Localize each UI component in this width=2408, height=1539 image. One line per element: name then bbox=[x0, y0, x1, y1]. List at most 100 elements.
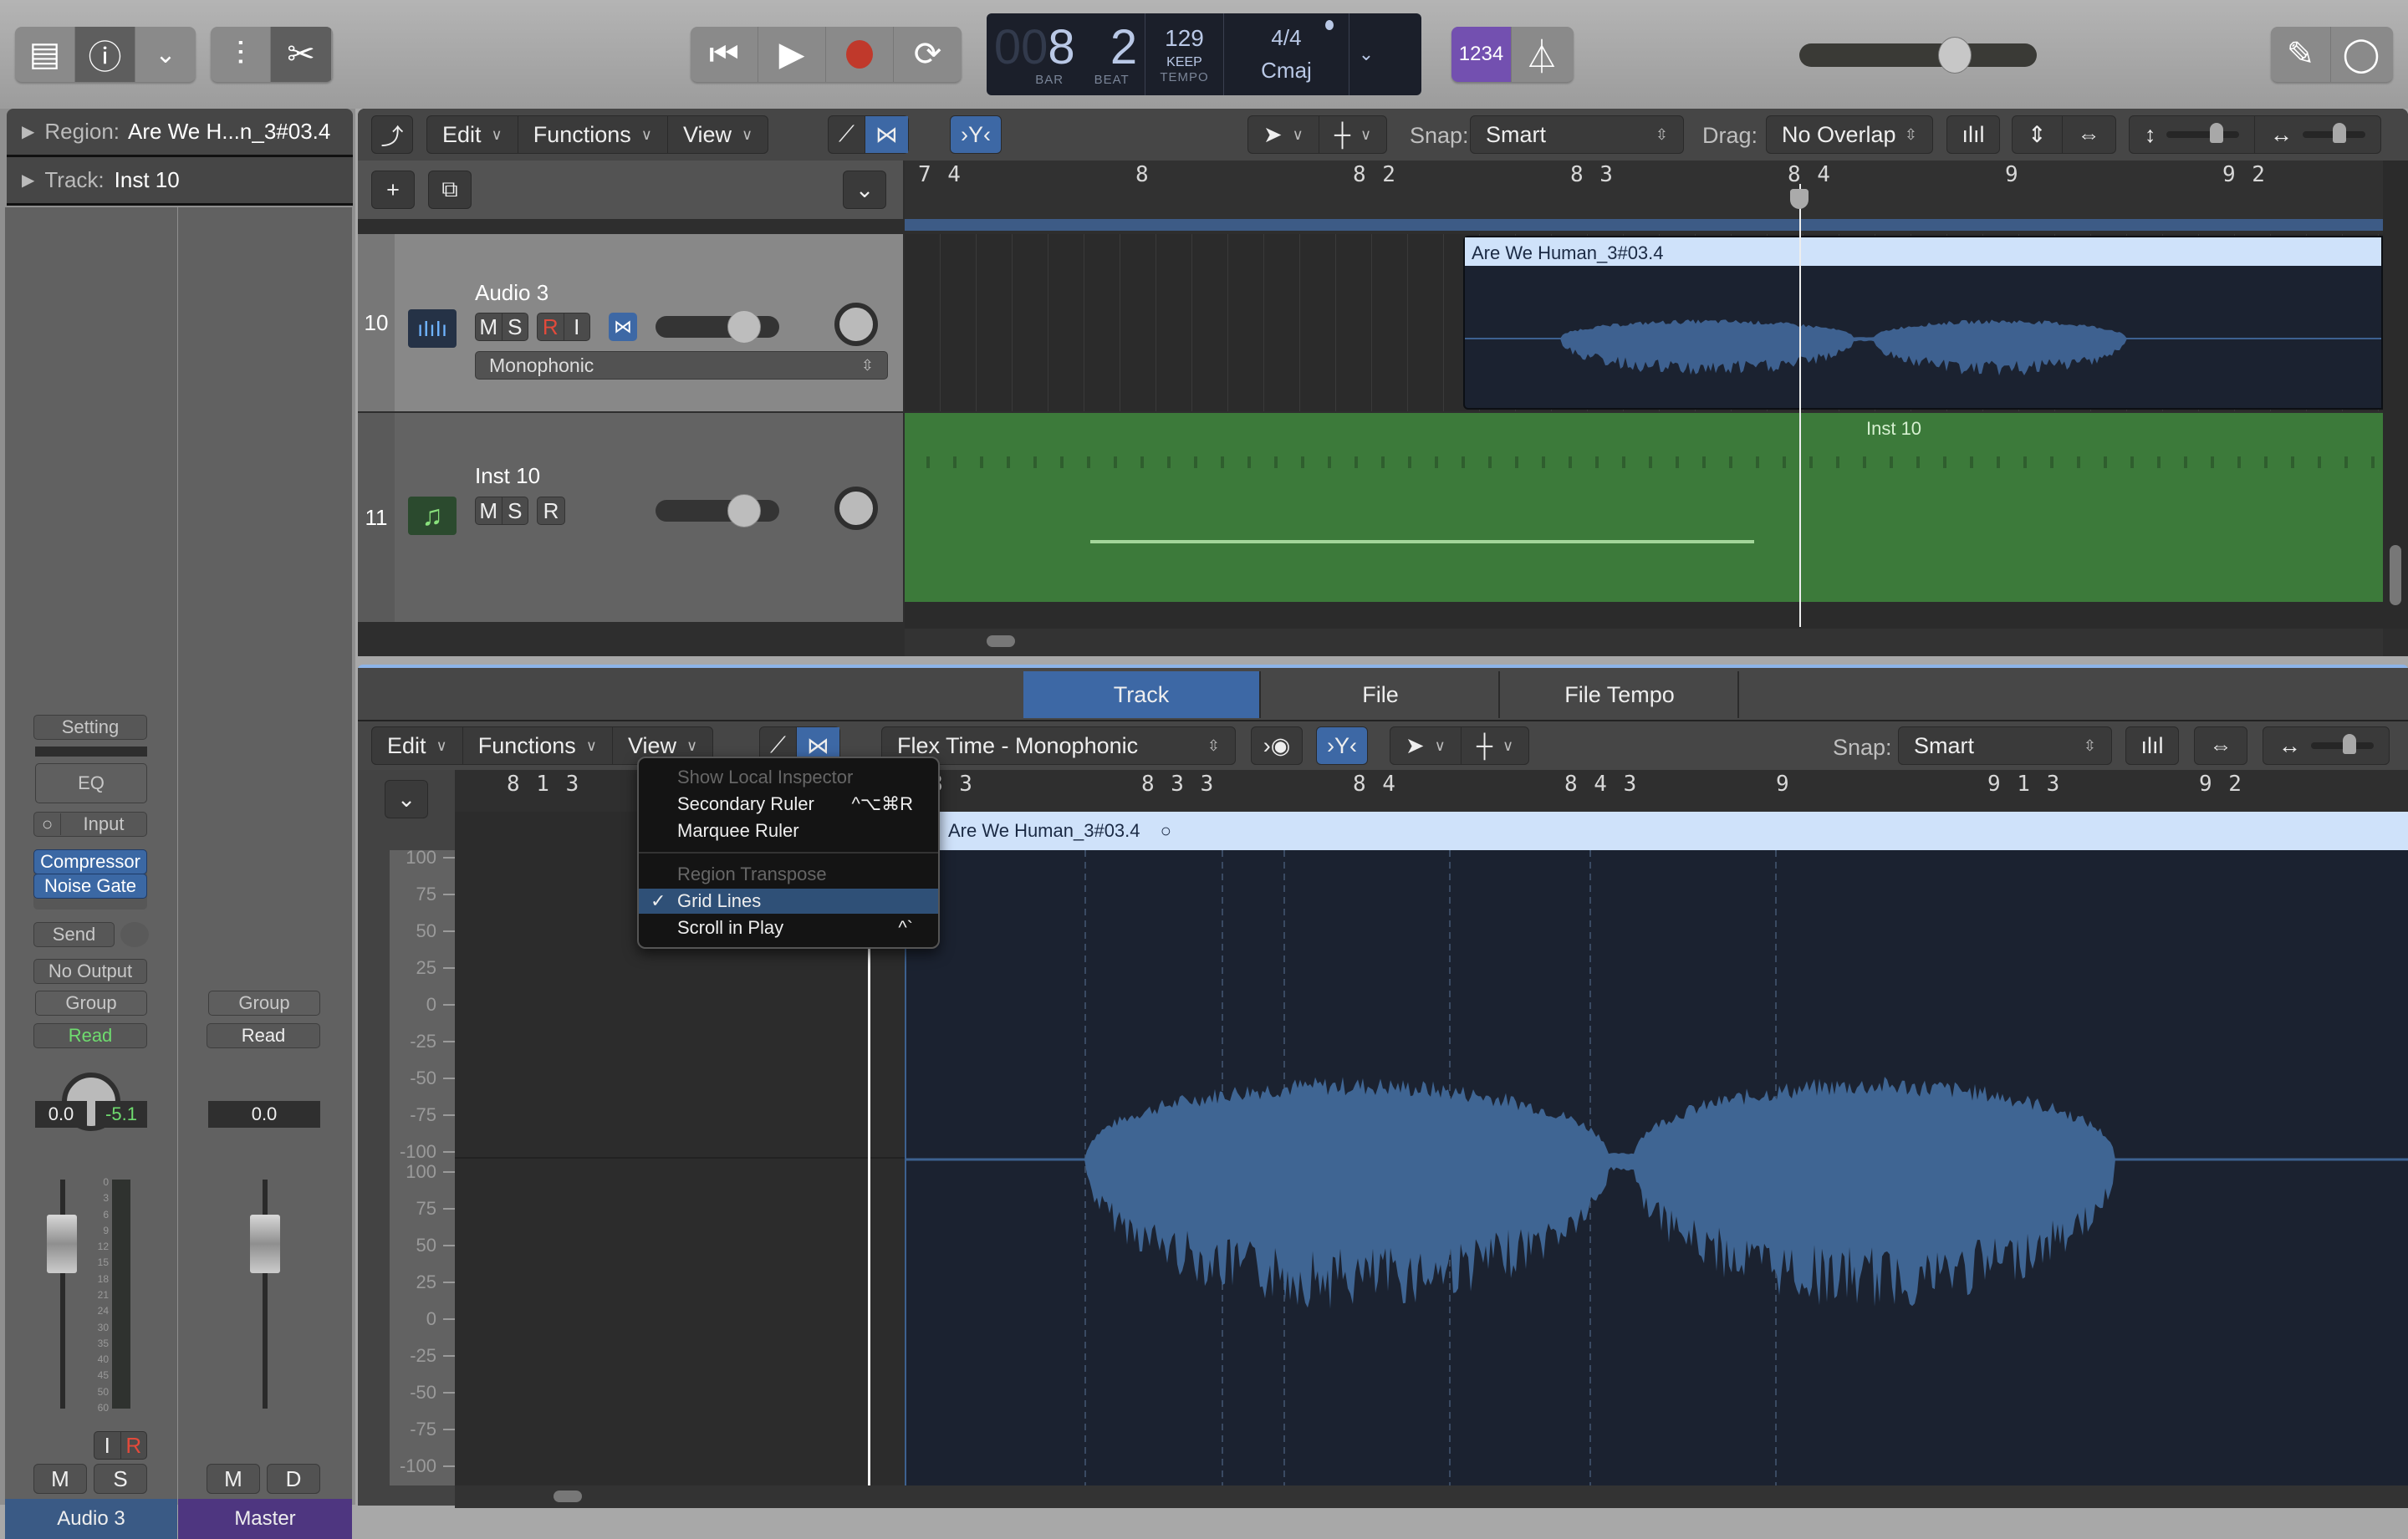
flex-enable-button[interactable]: ⋈ bbox=[609, 313, 637, 341]
group-slot[interactable]: Group bbox=[35, 991, 147, 1016]
lcd-menu-button[interactable]: ⌄ bbox=[1349, 13, 1383, 95]
track-inspector-header[interactable]: ▶ Track: Inst 10 bbox=[7, 157, 353, 206]
send-level-knob[interactable] bbox=[120, 922, 149, 947]
vertical-fit-button[interactable]: ⇕ bbox=[2013, 116, 2063, 153]
flex-mode-select[interactable]: Monophonic ⇳ bbox=[475, 351, 888, 380]
catch-button[interactable]: ⤴ bbox=[371, 115, 413, 154]
tab-file[interactable]: File bbox=[1263, 671, 1500, 718]
scroll-thumb[interactable] bbox=[554, 1491, 582, 1502]
global-tracks-button[interactable]: ⌄ bbox=[843, 171, 886, 209]
output-slot[interactable]: No Output bbox=[33, 959, 147, 984]
record-button[interactable] bbox=[826, 27, 894, 82]
horizontal-fit-button[interactable]: ⇔ bbox=[2194, 726, 2247, 765]
editor-waveform-area[interactable] bbox=[905, 850, 2408, 1485]
track-header-inst-10[interactable]: 11 ♫ Inst 10 M S R bbox=[358, 413, 903, 622]
add-track-button[interactable]: + bbox=[371, 171, 415, 209]
notepad-button[interactable]: ✎ bbox=[2271, 27, 2331, 82]
catch-playhead-button[interactable]: ›Y‹ bbox=[950, 115, 1002, 154]
vertical-zoom-slider[interactable]: ↕ bbox=[2130, 116, 2255, 153]
global-tracks-button[interactable]: ⌄ bbox=[385, 780, 428, 818]
send-slot[interactable]: Send bbox=[33, 922, 115, 947]
menu-item-scroll-in-play[interactable]: Scroll in Play ^` bbox=[639, 915, 938, 940]
position-display[interactable]: 008 2 BAR BEAT bbox=[987, 13, 1145, 95]
go-to-beginning-button[interactable]: ⏮ bbox=[691, 27, 758, 82]
peak-value[interactable]: -5.1 bbox=[95, 1101, 147, 1128]
library-button[interactable]: ▤ bbox=[15, 27, 75, 82]
volume-knob[interactable] bbox=[727, 310, 761, 344]
mute-button[interactable]: M bbox=[476, 497, 503, 524]
automation-mode[interactable]: Read bbox=[207, 1023, 320, 1048]
volume-value[interactable]: 0.0 bbox=[208, 1101, 320, 1128]
volume-fader[interactable] bbox=[250, 1215, 280, 1273]
editor-region-header[interactable]: Are We Human_3#03.4 ○ bbox=[940, 812, 2408, 850]
group-slot[interactable]: Group bbox=[208, 991, 320, 1016]
cycle-button[interactable]: ⟳ bbox=[894, 27, 962, 82]
setting-button[interactable]: Setting bbox=[33, 715, 147, 740]
record-enable-button[interactable]: R bbox=[538, 313, 564, 340]
catch-playhead-button[interactable]: ›Y‹ bbox=[1316, 726, 1368, 765]
horizontal-zoom-slider[interactable]: ↔ bbox=[2263, 726, 2390, 765]
vertical-scrollbar[interactable] bbox=[2383, 161, 2408, 629]
playhead-handle[interactable] bbox=[1790, 189, 1809, 209]
horizontal-scrollbar[interactable] bbox=[905, 629, 2383, 656]
count-in-button[interactable]: 1234 bbox=[1451, 27, 1512, 82]
dim-button[interactable]: D bbox=[267, 1464, 320, 1494]
waveform-zoom-button[interactable]: ılıl bbox=[1946, 115, 2000, 154]
channel-name[interactable]: Master bbox=[178, 1499, 352, 1539]
tempo-display[interactable]: 129 KEEP TEMPO bbox=[1145, 13, 1224, 95]
edit-menu[interactable]: Edit ∨ bbox=[372, 727, 463, 764]
input-monitoring-button[interactable]: I bbox=[564, 313, 590, 340]
metronome-button[interactable]: ⏃ bbox=[1512, 27, 1572, 82]
toolbar-button[interactable]: ⌄ bbox=[135, 27, 196, 82]
pan-knob[interactable] bbox=[834, 303, 878, 346]
midi-in-button[interactable]: ›◉ bbox=[1251, 726, 1303, 765]
cycle-area[interactable] bbox=[905, 219, 2383, 231]
menu-item-grid-lines[interactable]: ✓ Grid Lines bbox=[639, 889, 938, 914]
plugin-slot[interactable]: Noise Gate bbox=[33, 874, 147, 899]
track-header-audio-3[interactable]: 10 ıIıIı Audio 3 M S R I ⋈ Monophonic ⇳ bbox=[358, 234, 903, 411]
input-slot[interactable]: ○ Input bbox=[33, 812, 147, 837]
channel-name[interactable]: Audio 3 bbox=[5, 1499, 177, 1539]
snap-select[interactable]: Smart ⇳ bbox=[1898, 726, 2112, 765]
volume-knob[interactable] bbox=[727, 494, 761, 527]
mute-button[interactable]: M bbox=[33, 1464, 87, 1494]
snap-select[interactable]: Smart ⇳ bbox=[1470, 115, 1684, 154]
mixer-button[interactable]: ⫶ bbox=[211, 27, 271, 82]
scroll-thumb[interactable] bbox=[2390, 545, 2401, 605]
functions-menu[interactable]: Functions ∨ bbox=[463, 727, 613, 764]
menu-item-marquee-ruler[interactable]: Marquee Ruler bbox=[639, 818, 938, 843]
play-button[interactable]: ▶ bbox=[758, 27, 826, 82]
cmd-click-tool[interactable]: ┼ ∨ bbox=[1462, 727, 1528, 764]
midi-note[interactable] bbox=[1090, 540, 1754, 543]
volume-fader[interactable] bbox=[47, 1215, 77, 1273]
plugin-slot[interactable]: Compressor bbox=[33, 849, 147, 874]
waveform-zoom-button[interactable]: ılıl bbox=[2125, 726, 2179, 765]
tab-file-tempo[interactable]: File Tempo bbox=[1502, 671, 1739, 718]
pan-knob[interactable] bbox=[834, 487, 878, 530]
master-volume-knob[interactable] bbox=[1937, 37, 1972, 74]
automation-mode[interactable]: Read bbox=[33, 1023, 147, 1048]
audio-region[interactable]: Are We Human_3#03.4 bbox=[1463, 236, 2383, 410]
edit-menu[interactable]: Edit ∨ bbox=[427, 116, 518, 153]
region-inspector-header[interactable]: ▶ Region: Are We H...n_3#03.4 bbox=[7, 109, 353, 157]
editors-button[interactable]: ✂ bbox=[271, 27, 331, 82]
duplicate-track-button[interactable]: ⧉ bbox=[428, 171, 472, 209]
flex-button[interactable]: ⋈ bbox=[865, 116, 908, 153]
signature-key-display[interactable]: 4/4 Cmaj bbox=[1224, 13, 1349, 95]
eq-display[interactable]: EQ bbox=[35, 763, 147, 803]
mute-button[interactable]: M bbox=[207, 1464, 260, 1494]
loop-browser-button[interactable]: ◯ bbox=[2331, 27, 2391, 82]
functions-menu[interactable]: Functions ∨ bbox=[518, 116, 668, 153]
volume-value[interactable]: 0.0 bbox=[35, 1101, 87, 1128]
drag-select[interactable]: No Overlap ⇳ bbox=[1766, 115, 1933, 154]
horizontal-fit-button[interactable]: ⇔ bbox=[2063, 116, 2115, 153]
left-click-tool[interactable]: ➤ ∨ bbox=[1390, 727, 1462, 764]
playhead[interactable] bbox=[1799, 184, 1801, 627]
menu-item-secondary-ruler[interactable]: Secondary Ruler ^⌥⌘R bbox=[639, 792, 938, 817]
record-enable-button[interactable]: R bbox=[121, 1432, 147, 1459]
cmd-click-tool[interactable]: ┼ ∨ bbox=[1319, 116, 1386, 153]
left-click-tool[interactable]: ➤ ∨ bbox=[1248, 116, 1319, 153]
solo-button[interactable]: S bbox=[94, 1464, 147, 1494]
track-volume-slider[interactable] bbox=[656, 494, 779, 527]
track-name[interactable]: Inst 10 bbox=[475, 463, 540, 489]
